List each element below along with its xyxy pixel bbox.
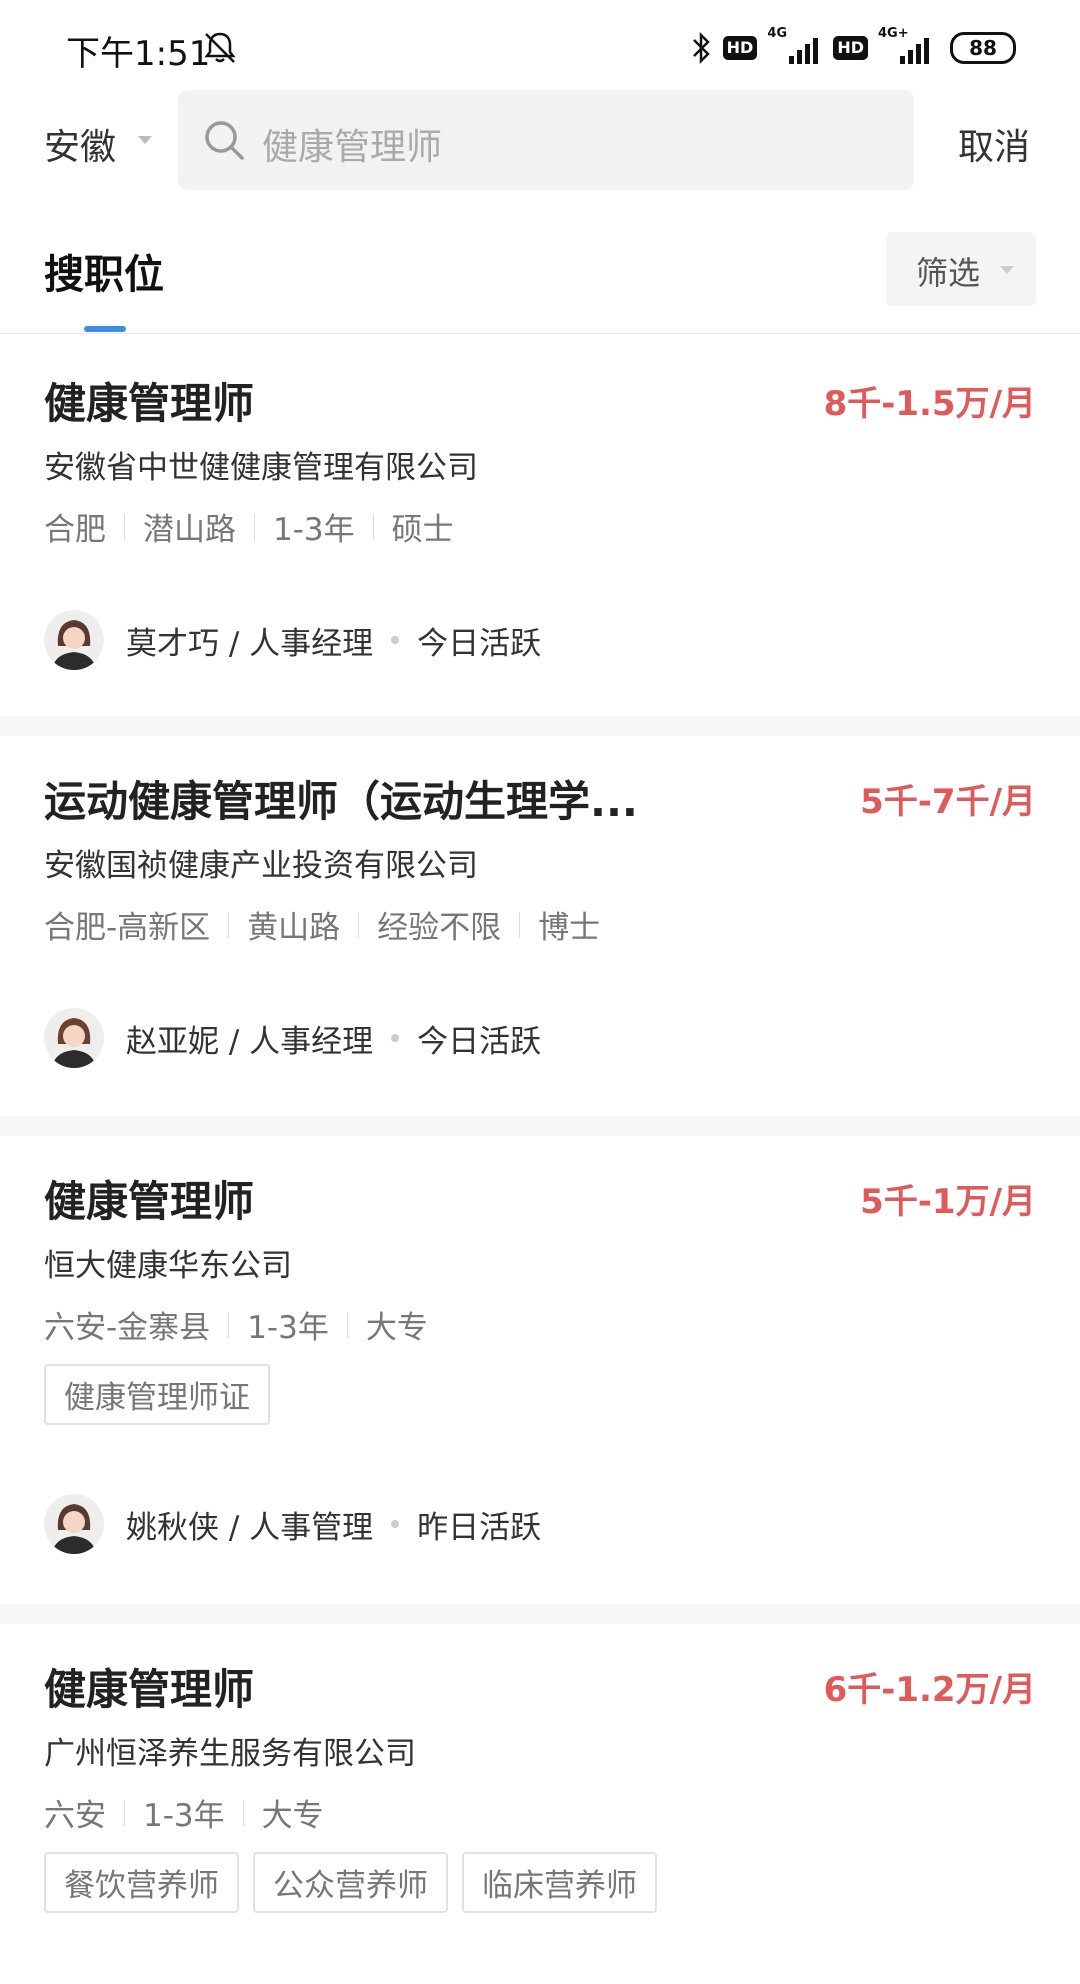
- filter-caret-icon: [1000, 266, 1014, 274]
- job-title: 健康管理师: [44, 379, 255, 428]
- company-name: 恒大健康华东公司: [44, 1248, 292, 1284]
- tag-education: 博士: [538, 910, 601, 946]
- job-title: 健康管理师: [44, 1665, 255, 1714]
- hd-badge: HD: [722, 36, 758, 60]
- tag-experience: 经验不限: [377, 910, 502, 946]
- tab-search-jobs[interactable]: 搜职位: [44, 242, 164, 300]
- recruiter-row: 赵亚妮 / 人事经理 今日活跃: [44, 1008, 541, 1068]
- job-card[interactable]: 健康管理师 8千-1.5万/月 安徽省中世健健康管理有限公司 合肥 潜山路 1-…: [0, 334, 1080, 716]
- tag-experience: 1-3年: [143, 1798, 225, 1834]
- signal-icon: 4G: [767, 26, 823, 66]
- job-card[interactable]: 健康管理师 5千-1万/月 恒大健康华东公司 六安-金寨县 1-3年 大专 健康…: [0, 1136, 1080, 1604]
- search-input[interactable]: 健康管理师: [178, 90, 914, 190]
- tab-active-indicator: [84, 326, 126, 332]
- job-title: 健康管理师: [44, 1177, 255, 1226]
- dot-separator: [391, 636, 400, 644]
- skill-chip: 健康管理师证: [44, 1364, 270, 1425]
- job-list: 健康管理师 8千-1.5万/月 安徽省中世健健康管理有限公司 合肥 潜山路 1-…: [0, 334, 1080, 1984]
- job-search-screen: 下午1:51 HD 4G HD 4G+ 88 安徽 健康管理师 取消 搜职位 筛…: [0, 0, 1080, 1984]
- skill-chips: 餐饮营养师 公众营养师 临床营养师: [44, 1852, 657, 1913]
- activity-status: 今日活跃: [417, 625, 542, 662]
- tag-experience: 1-3年: [247, 1310, 329, 1346]
- tag-area: 潜山路: [143, 512, 236, 548]
- skill-chip: 临床营养师: [462, 1852, 657, 1913]
- job-card[interactable]: 健康管理师 6千-1.2万/月 广州恒泽养生服务有限公司 六安 1-3年 大专 …: [0, 1624, 1080, 1984]
- dot-separator: [391, 1520, 400, 1528]
- job-salary: 8千-1.5万/月: [823, 384, 1036, 424]
- dot-separator: [391, 1034, 400, 1042]
- tag-city: 合肥: [44, 512, 106, 548]
- skill-chip: 公众营养师: [253, 1852, 448, 1913]
- tag-city: 合肥-高新区: [44, 910, 211, 946]
- avatar: [44, 1008, 104, 1068]
- recruiter-name: 赵亚妮 / 人事经理: [126, 1023, 374, 1060]
- list-gap: [0, 1604, 1080, 1624]
- skill-chips: 健康管理师证: [44, 1364, 270, 1425]
- list-gap: [0, 1116, 1080, 1136]
- search-query[interactable]: 健康管理师: [262, 118, 442, 170]
- job-salary: 5千-7千/月: [860, 782, 1036, 822]
- signal-icon-2: 4G+: [878, 26, 934, 66]
- job-tags: 合肥-高新区 黄山路 经验不限 博士: [44, 902, 600, 947]
- search-icon: [205, 121, 244, 160]
- bluetooth-icon: [692, 31, 710, 65]
- region-caret-icon[interactable]: [138, 136, 152, 144]
- job-salary: 6千-1.2万/月: [823, 1670, 1036, 1710]
- status-bar: 下午1:51 HD 4G HD 4G+ 88: [0, 0, 1080, 90]
- recruiter-name: 莫才巧 / 人事经理: [126, 625, 374, 662]
- tag-area: 黄山路: [247, 910, 341, 946]
- job-tags: 合肥 潜山路 1-3年 硕士: [44, 504, 454, 549]
- job-title: 运动健康管理师（运动生理学...: [44, 777, 638, 826]
- hd-badge-2: HD: [833, 36, 868, 60]
- tag-city: 六安: [44, 1798, 106, 1834]
- recruiter-row: 姚秋侠 / 人事管理 昨日活跃: [44, 1494, 541, 1554]
- tab-row: 搜职位 筛选: [0, 210, 1080, 334]
- job-salary: 5千-1万/月: [860, 1182, 1036, 1222]
- company-name: 安徽省中世健健康管理有限公司: [44, 450, 478, 486]
- skill-chip: 餐饮营养师: [44, 1852, 239, 1913]
- job-card[interactable]: 运动健康管理师（运动生理学... 5千-7千/月 安徽国祯健康产业投资有限公司 …: [0, 736, 1080, 1116]
- activity-status: 今日活跃: [417, 1023, 542, 1060]
- filter-label: 筛选: [916, 254, 981, 292]
- job-tags: 六安-金寨县 1-3年 大专: [44, 1302, 428, 1347]
- job-tags: 六安 1-3年 大专: [44, 1790, 324, 1835]
- status-icons: HD 4G HD 4G+ 88: [691, 26, 1016, 68]
- tag-education: 硕士: [391, 512, 454, 548]
- list-gap: [0, 716, 1080, 736]
- search-row: 安徽 健康管理师 取消: [0, 90, 1080, 192]
- avatar: [44, 1494, 104, 1554]
- tag-education: 大专: [261, 1798, 324, 1834]
- cancel-button[interactable]: 取消: [958, 118, 1030, 170]
- bell-muted-icon: [204, 32, 236, 63]
- filter-button[interactable]: 筛选: [886, 232, 1036, 306]
- status-time: 下午1:51: [66, 34, 211, 74]
- company-name: 安徽国祯健康产业投资有限公司: [44, 848, 478, 884]
- region-selector[interactable]: 安徽: [44, 118, 116, 170]
- tag-city: 六安-金寨县: [44, 1310, 211, 1346]
- recruiter-name: 姚秋侠 / 人事管理: [126, 1509, 374, 1546]
- tag-experience: 1-3年: [273, 512, 355, 548]
- activity-status: 昨日活跃: [417, 1509, 542, 1546]
- avatar: [44, 610, 104, 670]
- tag-education: 大专: [365, 1310, 428, 1346]
- battery-icon: 88: [950, 32, 1016, 64]
- recruiter-row: 莫才巧 / 人事经理 今日活跃: [44, 610, 541, 670]
- company-name: 广州恒泽养生服务有限公司: [44, 1736, 416, 1772]
